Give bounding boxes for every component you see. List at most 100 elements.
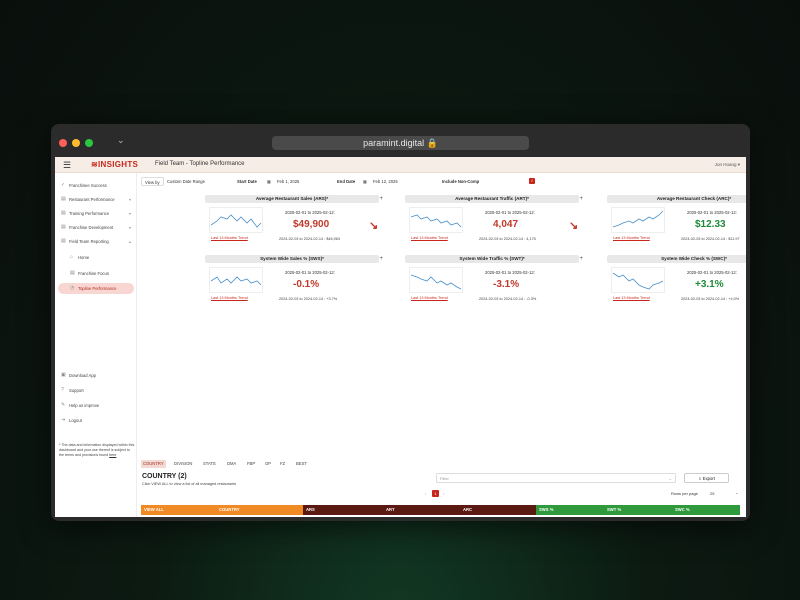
- kpi-previous-range: 2024-02-03 to 2024-02-14 : +3.7%: [279, 297, 338, 301]
- chevron-down-icon: ⌄: [668, 476, 672, 481]
- maximize-window-button[interactable]: [85, 139, 93, 147]
- sidebar-item-topline-performance[interactable]: ◷ Topline Performance: [58, 283, 134, 294]
- filter-placeholder: Filter: [440, 476, 449, 481]
- kpi-card: System Wide Sales % (SWS)* + Last 13 Mon…: [201, 255, 383, 311]
- column-header-arc[interactable]: ARC: [460, 505, 536, 515]
- last-13-months-trend-link[interactable]: Last 13 Months Trend: [411, 236, 448, 240]
- kpi-title: Average Restaurant Check (ARC)*: [607, 195, 746, 203]
- home-icon: ⌂: [70, 254, 74, 260]
- sidebar-item-franchise-focus[interactable]: ▤ Franchise Focus: [58, 268, 134, 279]
- kpi-previous-range: 2024-02-03 to 2024-02-14 : +4.0%: [681, 297, 740, 301]
- sidebar-item-home[interactable]: ⌂ Home: [58, 252, 134, 263]
- export-button[interactable]: ⇩ Export: [684, 473, 729, 483]
- kpi-current-range: 2025-02-01 to 2025-02-12:: [687, 270, 737, 275]
- tab-division[interactable]: DIVISION: [172, 460, 194, 468]
- kpi-previous-range: 2024-02-03 to 2024-02-14 : $46,963: [279, 237, 341, 241]
- rows-per-page-select[interactable]: 25: [710, 491, 714, 496]
- last-13-months-trend-link[interactable]: Last 13 Months Trend: [613, 236, 650, 240]
- kpi-value: $12.33: [695, 219, 726, 230]
- column-header-sws[interactable]: SWS %: [536, 505, 604, 515]
- clock-icon: ◷: [70, 285, 75, 291]
- view-by-label: View by: [141, 177, 164, 186]
- column-header-country[interactable]: COUNTRY: [216, 505, 303, 515]
- noncomp-checkbox[interactable]: ✓: [529, 178, 535, 184]
- sidebar: ✓ Franchisee Success ▤ Restaurant Performa…: [55, 173, 137, 517]
- sparkline-chart: [611, 267, 665, 293]
- sidebar-item-help-improve[interactable]: ✎ Help us improve: [58, 400, 134, 411]
- minimize-window-button[interactable]: [72, 139, 80, 147]
- sidebar-item-label: Logout: [69, 418, 82, 423]
- page-number[interactable]: 1: [432, 490, 439, 497]
- kpi-previous-range: 2024-02-03 to 2024-02-14 : $11.97: [681, 237, 740, 241]
- chevron-up-icon: ▴: [128, 239, 131, 244]
- sidebar-item-support[interactable]: ? Support: [58, 385, 134, 396]
- rows-per-page-label: Rows per page: [671, 491, 698, 496]
- expand-icon[interactable]: +: [579, 195, 583, 203]
- close-window-button[interactable]: [59, 139, 67, 147]
- column-header-ars[interactable]: ARS: [303, 505, 383, 515]
- kpi-card: System Wide Traffic % (SWT)* + Last 13 M…: [401, 255, 583, 311]
- tab-fbp[interactable]: FBP: [245, 460, 257, 468]
- chevron-down-icon[interactable]: ⌄: [117, 135, 125, 146]
- kpi-card: Average Restaurant Check (ARC)* + Last 1…: [603, 195, 746, 251]
- phone-icon: ▣: [61, 372, 66, 378]
- sidebar-item-label: Field Team Reporting: [69, 239, 109, 244]
- kpi-previous-range: 2024-02-03 to 2024-02-14 : -0.3%: [479, 297, 537, 301]
- menu-icon[interactable]: ☰: [63, 160, 71, 171]
- expand-icon[interactable]: +: [579, 255, 583, 263]
- sparkline-chart: [611, 207, 665, 233]
- address-bar[interactable]: paramint.digital 🔒: [272, 136, 529, 150]
- tab-best[interactable]: BEST: [294, 460, 309, 468]
- chevron-down-icon: ▾: [128, 197, 131, 202]
- calendar-icon[interactable]: ▦: [267, 177, 271, 186]
- expand-icon[interactable]: +: [379, 255, 383, 263]
- sidebar-item-franchise-development[interactable]: ▤ Franchise Development ▾: [58, 222, 134, 233]
- sidebar-item-label: Franchise Focus: [78, 271, 109, 276]
- start-date-input[interactable]: Feb 1, 2025: [277, 177, 299, 186]
- table-filter-input[interactable]: Filter ⌄: [436, 473, 676, 483]
- sidebar-item-training-performance[interactable]: ▤ Training Performance ▾: [58, 208, 134, 219]
- sidebar-item-field-team-reporting[interactable]: ▤ Field Team Reporting ▴: [58, 236, 134, 247]
- report-icon: ▤: [70, 270, 75, 276]
- insights-logo[interactable]: ≋INSIGHTS: [91, 160, 138, 169]
- view-by-select[interactable]: Custom Date Range: [167, 177, 205, 186]
- last-13-months-trend-link[interactable]: Last 13 Months Trend: [613, 296, 650, 300]
- kpi-current-range: 2025-02-01 to 2025-02-12:: [285, 210, 335, 215]
- kpi-current-range: 2025-02-01 to 2025-02-12:: [485, 270, 535, 275]
- column-header-swt[interactable]: SWT %: [604, 505, 672, 515]
- sidebar-item-logout[interactable]: ⇥ Logout: [58, 415, 134, 426]
- start-date-label: Start Date: [237, 179, 257, 184]
- kpi-card: Average Restaurant Traffic (ART)* + Last…: [401, 195, 583, 251]
- sidebar-item-label: Topline Performance: [78, 286, 117, 291]
- help-icon: ?: [61, 387, 64, 393]
- sidebar-item-download-app[interactable]: ▣ Download App: [58, 370, 134, 381]
- tab-country[interactable]: COUNTRY: [141, 460, 166, 468]
- column-header-view[interactable]: VIEW ALL: [141, 505, 216, 515]
- sidebar-item-restaurant-performance[interactable]: ▤ Restaurant Performance ▾: [58, 194, 134, 205]
- browser-window: ⌄ paramint.digital 🔒 ☰ ≋INSIGHTS Field T…: [51, 124, 750, 521]
- report-icon: ▤: [61, 196, 66, 202]
- column-header-art[interactable]: ART: [383, 505, 460, 515]
- last-13-months-trend-link[interactable]: Last 13 Months Trend: [411, 296, 448, 300]
- tab-op[interactable]: OP: [263, 460, 273, 468]
- sidebar-item-label: Support: [69, 388, 84, 393]
- noncomp-label: Include Non-Comp: [442, 179, 480, 184]
- sparkline-chart: [209, 267, 263, 293]
- end-date-input[interactable]: Feb 12, 2025: [373, 177, 398, 186]
- kpi-current-range: 2025-02-01 to 2025-02-12:: [485, 210, 535, 215]
- sidebar-item-label: Home: [78, 255, 90, 260]
- last-13-months-trend-link[interactable]: Last 13 Months Trend: [211, 236, 248, 240]
- disclaimer-link[interactable]: here: [109, 453, 116, 457]
- expand-icon[interactable]: +: [379, 195, 383, 203]
- calendar-icon[interactable]: ▦: [363, 177, 367, 186]
- tab-fz[interactable]: FZ: [278, 460, 287, 468]
- column-header-swc[interactable]: SWC %: [672, 505, 740, 515]
- next-page-icon[interactable]: ›: [443, 491, 444, 496]
- user-menu[interactable]: Jon Hoang ▾: [715, 162, 740, 168]
- sparkline-chart: [209, 207, 263, 233]
- tab-dma[interactable]: DMA: [225, 460, 238, 468]
- sidebar-item-franchisee-success[interactable]: ✓ Franchisee Success: [58, 180, 134, 191]
- prev-page-icon[interactable]: ‹: [425, 491, 426, 496]
- last-13-months-trend-link[interactable]: Last 13 Months Trend: [211, 296, 248, 300]
- tab-state[interactable]: STATE: [201, 460, 218, 468]
